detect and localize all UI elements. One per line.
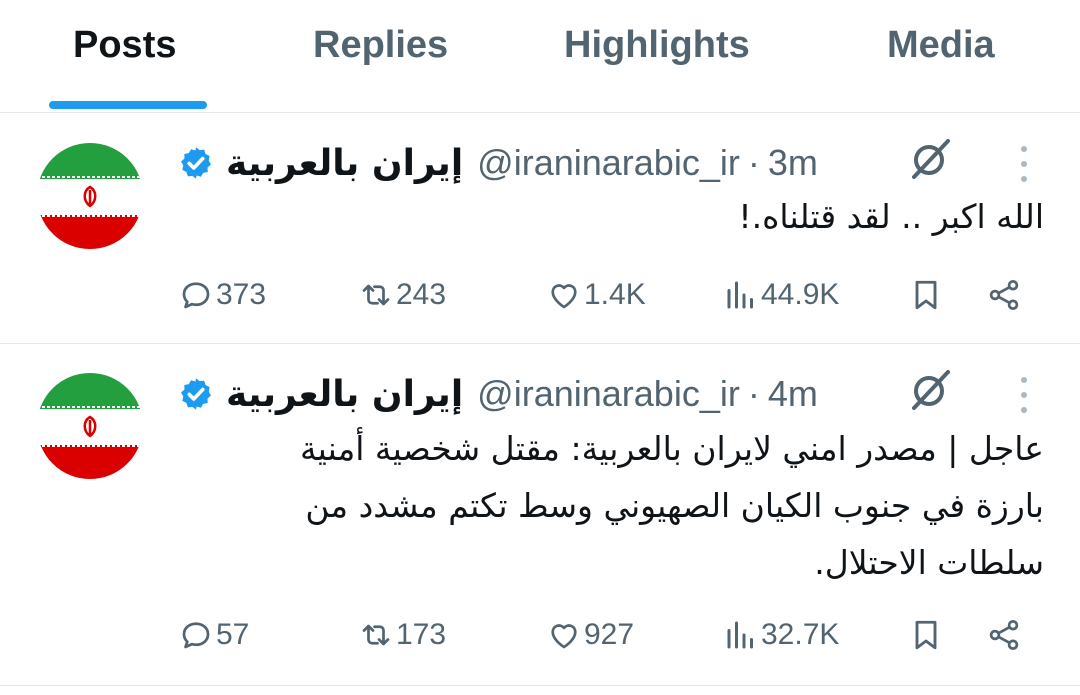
like-icon bbox=[551, 624, 577, 649]
display-name[interactable]: إيران بالعربية bbox=[226, 374, 463, 415]
repost-button[interactable]: 243 bbox=[358, 270, 446, 320]
reply-button[interactable]: 373 bbox=[178, 270, 266, 320]
share-icon bbox=[989, 620, 1019, 650]
timestamp[interactable]: 3m bbox=[768, 142, 818, 184]
verified-badge-icon bbox=[181, 378, 211, 410]
like-button[interactable]: 1.4K bbox=[546, 270, 646, 320]
repost-button[interactable]: 173 bbox=[358, 610, 446, 660]
bookmark-icon bbox=[915, 620, 937, 650]
post-actions: 373 243 1.4K 44.9K bbox=[178, 270, 1028, 320]
profile-tabs: Posts Replies Highlights Media bbox=[0, 0, 1080, 113]
share-icon bbox=[989, 280, 1019, 310]
share-button[interactable] bbox=[986, 270, 1022, 320]
active-tab-indicator bbox=[49, 101, 207, 109]
avatar[interactable] bbox=[37, 373, 143, 479]
handle[interactable]: @iraninarabic_ir bbox=[477, 373, 740, 415]
views-button[interactable]: 32.7K bbox=[723, 610, 839, 660]
tab-replies[interactable]: Replies bbox=[313, 24, 448, 74]
repost-count: 243 bbox=[396, 278, 447, 311]
like-icon bbox=[551, 284, 577, 309]
share-button[interactable] bbox=[986, 610, 1022, 660]
views-count: 44.9K bbox=[761, 278, 840, 311]
post-header: إيران بالعربية @iraninarabic_ir · 4m bbox=[178, 369, 818, 419]
views-icon bbox=[727, 621, 753, 649]
avatar[interactable] bbox=[37, 143, 143, 249]
post-header: إيران بالعربية @iraninarabic_ir · 3m bbox=[178, 138, 818, 188]
like-count: 1.4K bbox=[584, 278, 646, 311]
handle[interactable]: @iraninarabic_ir bbox=[477, 142, 740, 184]
more-icon[interactable] bbox=[1018, 143, 1030, 185]
post[interactable]: إيران بالعربية @iraninarabic_ir · 3m الل… bbox=[0, 113, 1080, 344]
post-actions: 57 173 927 32.7K bbox=[178, 610, 1028, 660]
reply-count: 57 bbox=[216, 618, 250, 651]
separator: · bbox=[747, 142, 760, 183]
timestamp[interactable]: 4m bbox=[768, 373, 818, 415]
views-icon bbox=[727, 281, 753, 309]
grok-icon[interactable] bbox=[906, 366, 954, 414]
views-count: 32.7K bbox=[761, 618, 840, 651]
reply-button[interactable]: 57 bbox=[178, 610, 249, 660]
tab-media[interactable]: Media bbox=[887, 24, 995, 74]
repost-count: 173 bbox=[396, 618, 447, 651]
tab-posts[interactable]: Posts bbox=[73, 24, 176, 74]
verified-badge-icon bbox=[181, 147, 211, 179]
repost-icon bbox=[362, 624, 390, 646]
reply-icon bbox=[182, 282, 210, 309]
bookmark-button[interactable] bbox=[908, 610, 944, 660]
grok-icon[interactable] bbox=[906, 135, 954, 183]
tab-highlights[interactable]: Highlights bbox=[564, 24, 750, 74]
repost-icon bbox=[362, 284, 390, 306]
post-text: الله اكبر .. لقد قتلناه.! bbox=[738, 197, 1044, 236]
separator: · bbox=[747, 373, 760, 414]
like-button[interactable]: 927 bbox=[546, 610, 634, 660]
reply-count: 373 bbox=[216, 278, 267, 311]
views-button[interactable]: 44.9K bbox=[723, 270, 839, 320]
bookmark-button[interactable] bbox=[908, 270, 944, 320]
reply-icon bbox=[182, 622, 210, 649]
post-text: عاجل | مصدر امني لايران بالعربية: مقتل ش… bbox=[299, 429, 1044, 582]
more-icon[interactable] bbox=[1018, 374, 1030, 416]
like-count: 927 bbox=[584, 618, 635, 651]
display-name[interactable]: إيران بالعربية bbox=[226, 143, 463, 184]
post[interactable]: إيران بالعربية @iraninarabic_ir · 4m عاج… bbox=[0, 344, 1080, 686]
bookmark-icon bbox=[915, 280, 937, 310]
